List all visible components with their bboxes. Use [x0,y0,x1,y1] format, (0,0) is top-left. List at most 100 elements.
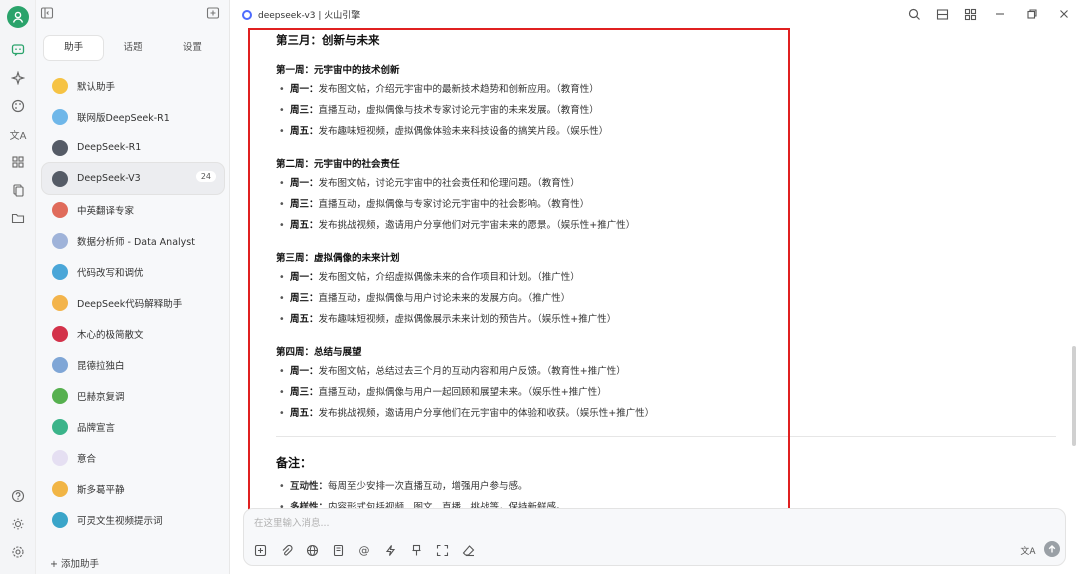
assistant-label: 可灵文生视频提示词 [77,515,163,527]
assistant-label: 木心的极简散文 [77,329,144,341]
chart-icon [52,232,68,249]
assistant-item[interactable]: DeepSeek-V3 24 [42,163,224,194]
collapse-sidebar-icon[interactable] [40,6,56,22]
assistant-label: 联网版DeepSeek-R1 [77,112,170,124]
model-selector[interactable]: deepseek-v3 | 火山引擎 [242,8,360,21]
app-rail: 文A [0,0,36,574]
mention-at-icon[interactable]: @ [356,542,372,558]
user-avatar[interactable] [7,6,29,28]
arrow-up-icon [1048,545,1056,553]
new-topic-tool-icon[interactable] [252,542,268,558]
assistant-item[interactable]: 数据分析师 - Data Analyst [42,225,224,256]
assistant-panel: 助手 话题 设置 默认助手联网版DeepSeek-R1 DeepSeek-R1 De… [36,0,230,574]
tab-topics[interactable]: 话题 [103,36,162,60]
window-title: deepseek-v3 | 火山引擎 [258,11,361,21]
assistant-item[interactable]: 中英翻译专家 [42,194,224,225]
day-label: 周一： [290,366,319,377]
assistant-item[interactable]: 品牌宣言 [42,411,224,442]
assistant-item[interactable]: 代码改写和调优 [42,256,224,287]
pin-icon[interactable] [408,542,424,558]
settings-gear-icon[interactable] [8,542,28,562]
assistant-item[interactable]: 默认助手 [42,70,224,101]
web-search-globe-icon[interactable] [304,542,320,558]
message-input[interactable] [254,515,854,531]
schedule-text: 直播互动，虚拟偶像与技术专家讨论元宇宙的未来发展。（教育性） [318,105,599,116]
book-icon [52,325,68,342]
assistant-item[interactable]: 联网版DeepSeek-R1 [42,101,224,132]
search-icon[interactable] [906,6,922,22]
assistant-label: 代码改写和调优 [77,267,144,279]
week-sections: 第一周：元宇宙中的技术创新周一：发布图文帖，介绍元宇宙中的最新技术趋势和创新应用… [276,62,1056,428]
assistant-item[interactable]: 斯多葛平静 [42,473,224,504]
week-heading: 第一周：元宇宙中的技术创新 [276,65,400,76]
theme-sun-icon[interactable] [8,514,28,534]
sparkle-nav-icon[interactable] [8,68,28,88]
lightning-icon[interactable] [382,542,398,558]
assistant-label: DeepSeek-V3 [77,173,141,184]
week-heading: 第二周：元宇宙中的社会责任 [276,159,400,170]
schedule-text: 发布图文帖，讨论元宇宙中的社会责任和伦理问题。（教育性） [318,178,580,189]
note-term: 互动性： [290,481,329,492]
tab-settings[interactable]: 设置 [163,36,222,60]
close-icon[interactable] [1056,6,1072,22]
translate-nav-icon[interactable]: 文A [8,124,28,144]
new-topic-icon[interactable] [206,6,222,22]
chat-nav-icon[interactable] [8,40,28,60]
palette-nav-icon[interactable] [8,96,28,116]
layout-icon[interactable] [934,6,950,22]
restore-icon[interactable] [1024,6,1040,22]
attachment-icon[interactable] [278,542,294,558]
add-assistant-button[interactable]: + 添加助手 [50,556,99,570]
schedule-text: 发布趣味短视频，虚拟偶像体验未来科技设备的搞笑片段。（娱乐性） [318,126,609,137]
week-schedule-list: 周一：发布图文帖，总结过去三个月的互动内容和用户反馈。（教育性+推广性）周三：直… [276,365,1056,428]
assistant-item[interactable]: DeepSeek代码解释助手 [42,287,224,318]
robot-icon [52,139,68,156]
notes-list: 互动性：每周至少安排一次直播互动，增强用户参与感。多样性：内容形式包括视频、图文… [276,480,1056,508]
send-button[interactable] [1044,541,1060,557]
schedule-text: 发布图文帖，总结过去三个月的互动内容和用户反馈。（教育性+推广性） [318,366,626,377]
star-icon [52,77,68,94]
folder-nav-icon[interactable] [8,208,28,228]
minimize-icon[interactable] [992,6,1008,22]
week-heading: 第四周：总结与展望 [276,347,362,358]
content-scrollbar[interactable] [1072,346,1076,446]
assistant-item[interactable]: DeepSeek-R1 [42,132,224,163]
eraser-icon[interactable] [460,542,476,558]
grid-apps-icon[interactable] [962,6,978,22]
assistant-label: 品牌宣言 [77,422,116,434]
help-icon[interactable] [8,486,28,506]
translate-icon[interactable]: 文A [1020,542,1036,558]
sun-face-icon [52,480,68,497]
apps-nav-icon[interactable] [8,152,28,172]
schedule-text: 发布图文帖，介绍虚拟偶像未来的合作项目和计划。（推广性） [318,272,580,283]
assistant-label: DeepSeek-R1 [77,142,142,153]
composer: @ 文A [243,508,1066,566]
day-label: 周一： [290,272,319,283]
assistant-item[interactable]: 昆德拉独白 [42,349,224,380]
message-content: 第三月：创新与未来 第一周：元宇宙中的技术创新周一：发布图文帖，介绍元宇宙中的最… [250,28,1065,508]
assistant-label: DeepSeek代码解释助手 [77,298,183,310]
assistant-item[interactable]: 意合 [42,442,224,473]
schedule-text: 发布趣味短视频，虚拟偶像展示未来计划的预告片。（娱乐性+推广性） [318,314,617,325]
list-item: 周一：发布图文帖，介绍虚拟偶像未来的合作项目和计划。（推广性） [276,271,1056,292]
files-nav-icon[interactable] [8,180,28,200]
knowledge-base-icon[interactable] [330,542,346,558]
assistant-item[interactable]: 木心的极简散文 [42,318,224,349]
assistant-item[interactable]: 巴赫京复调 [42,380,224,411]
notes-heading: 备注： [276,456,313,470]
assistant-list: 默认助手联网版DeepSeek-R1 DeepSeek-R1 DeepSeek-V3… [42,70,224,535]
tab-assistants[interactable]: 助手 [44,36,104,60]
schedule-text: 发布挑战视频，邀请用户分享他们对元宇宙未来的愿景。（娱乐性+推广性） [318,220,636,231]
assistant-item[interactable]: 可灵文生视频提示词 [42,504,224,535]
day-label: 周五： [290,126,319,137]
assistant-label: 意合 [77,453,97,465]
week-heading: 第三周：虚拟偶像的未来计划 [276,253,400,264]
title-bar: deepseek-v3 | 火山引擎 [230,0,1080,28]
week-schedule-list: 周一：发布图文帖，讨论元宇宙中的社会责任和伦理问题。（教育性）周三：直播互动，虚… [276,177,1056,240]
schedule-text: 直播互动，虚拟偶像与专家讨论元宇宙中的社会影响。（教育性） [318,199,590,210]
assistant-label: 数据分析师 - Data Analyst [77,236,195,248]
day-label: 周五： [290,408,319,419]
fullscreen-icon[interactable] [434,542,450,558]
week-schedule-list: 周一：发布图文帖，介绍虚拟偶像未来的合作项目和计划。（推广性）周三：直播互动，虚… [276,271,1056,334]
list-item: 周一：发布图文帖，讨论元宇宙中的社会责任和伦理问题。（教育性） [276,177,1056,198]
